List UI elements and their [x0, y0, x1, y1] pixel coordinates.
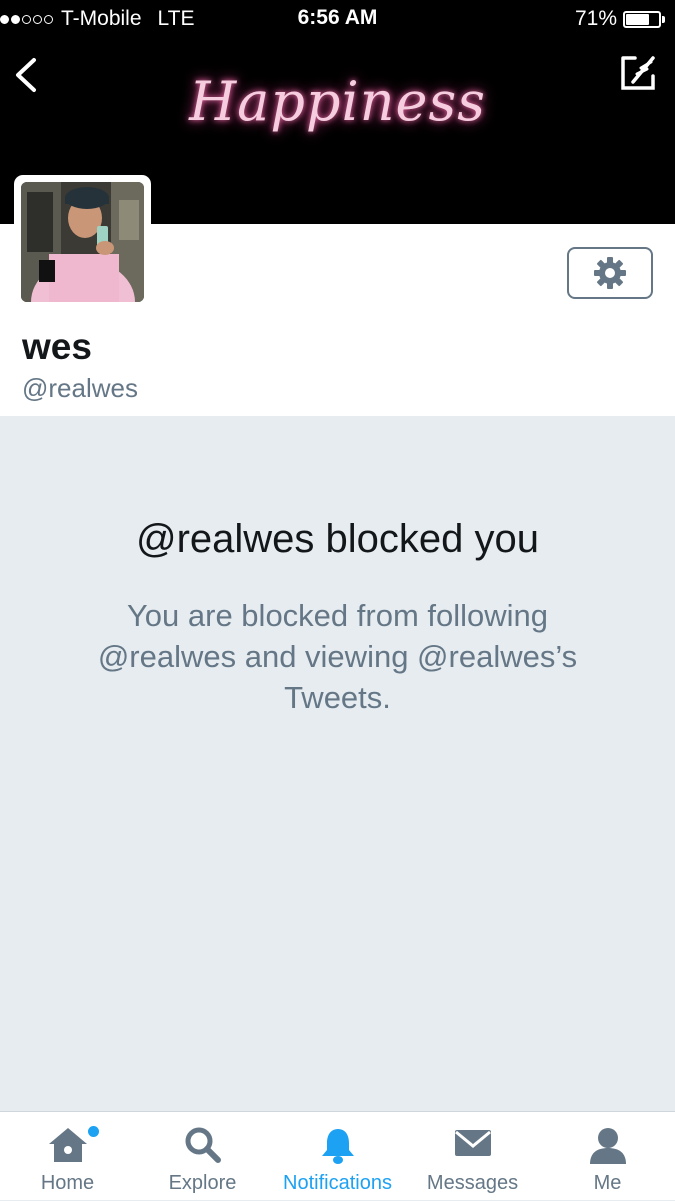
envelope-icon: [454, 1130, 491, 1156]
home-icon: [48, 1128, 87, 1162]
battery-icon: [623, 10, 661, 28]
back-button[interactable]: [12, 56, 40, 94]
bell-icon: [321, 1129, 354, 1164]
profile-header: wes @realwes: [0, 175, 675, 416]
battery-percent: 71%: [574, 7, 617, 30]
tab-bar: Home Explore Notifications Messages Me: [0, 1111, 675, 1200]
compose-button[interactable]: [617, 52, 659, 94]
tab-explore-label: Explore: [168, 1172, 237, 1194]
tab-messages[interactable]: Messages: [405, 1112, 540, 1201]
gear-icon: [594, 257, 626, 289]
tab-home[interactable]: Home: [0, 1112, 135, 1201]
tab-home-label: Home: [40, 1172, 95, 1194]
tab-explore[interactable]: Explore: [135, 1112, 270, 1201]
tab-me-label: Me: [593, 1172, 622, 1194]
status-bar: T-Mobile LTE 6:56 AM 71%: [0, 0, 675, 38]
avatar[interactable]: [14, 175, 151, 309]
person-icon: [589, 1128, 626, 1164]
profile-handle: @realwes: [22, 373, 138, 403]
tab-notifications[interactable]: Notifications: [270, 1112, 405, 1201]
profile-photo: [21, 182, 144, 302]
compose-icon: [621, 56, 655, 90]
tab-notifications-label: Notifications: [283, 1172, 392, 1194]
chevron-left-icon: [16, 58, 36, 92]
tab-me[interactable]: Me: [540, 1112, 675, 1201]
notification-dot: [88, 1126, 99, 1137]
blocked-title: @realwes blocked you: [135, 517, 540, 561]
profile-name: wes: [22, 326, 92, 367]
banner-text: Happiness: [189, 70, 486, 133]
status-time: 6:56 AM: [297, 6, 378, 29]
tab-messages-label: Messages: [426, 1172, 519, 1194]
search-icon: [185, 1127, 221, 1163]
settings-button[interactable]: [567, 247, 653, 299]
blocked-message: You are blocked from following @realwes …: [97, 598, 578, 715]
